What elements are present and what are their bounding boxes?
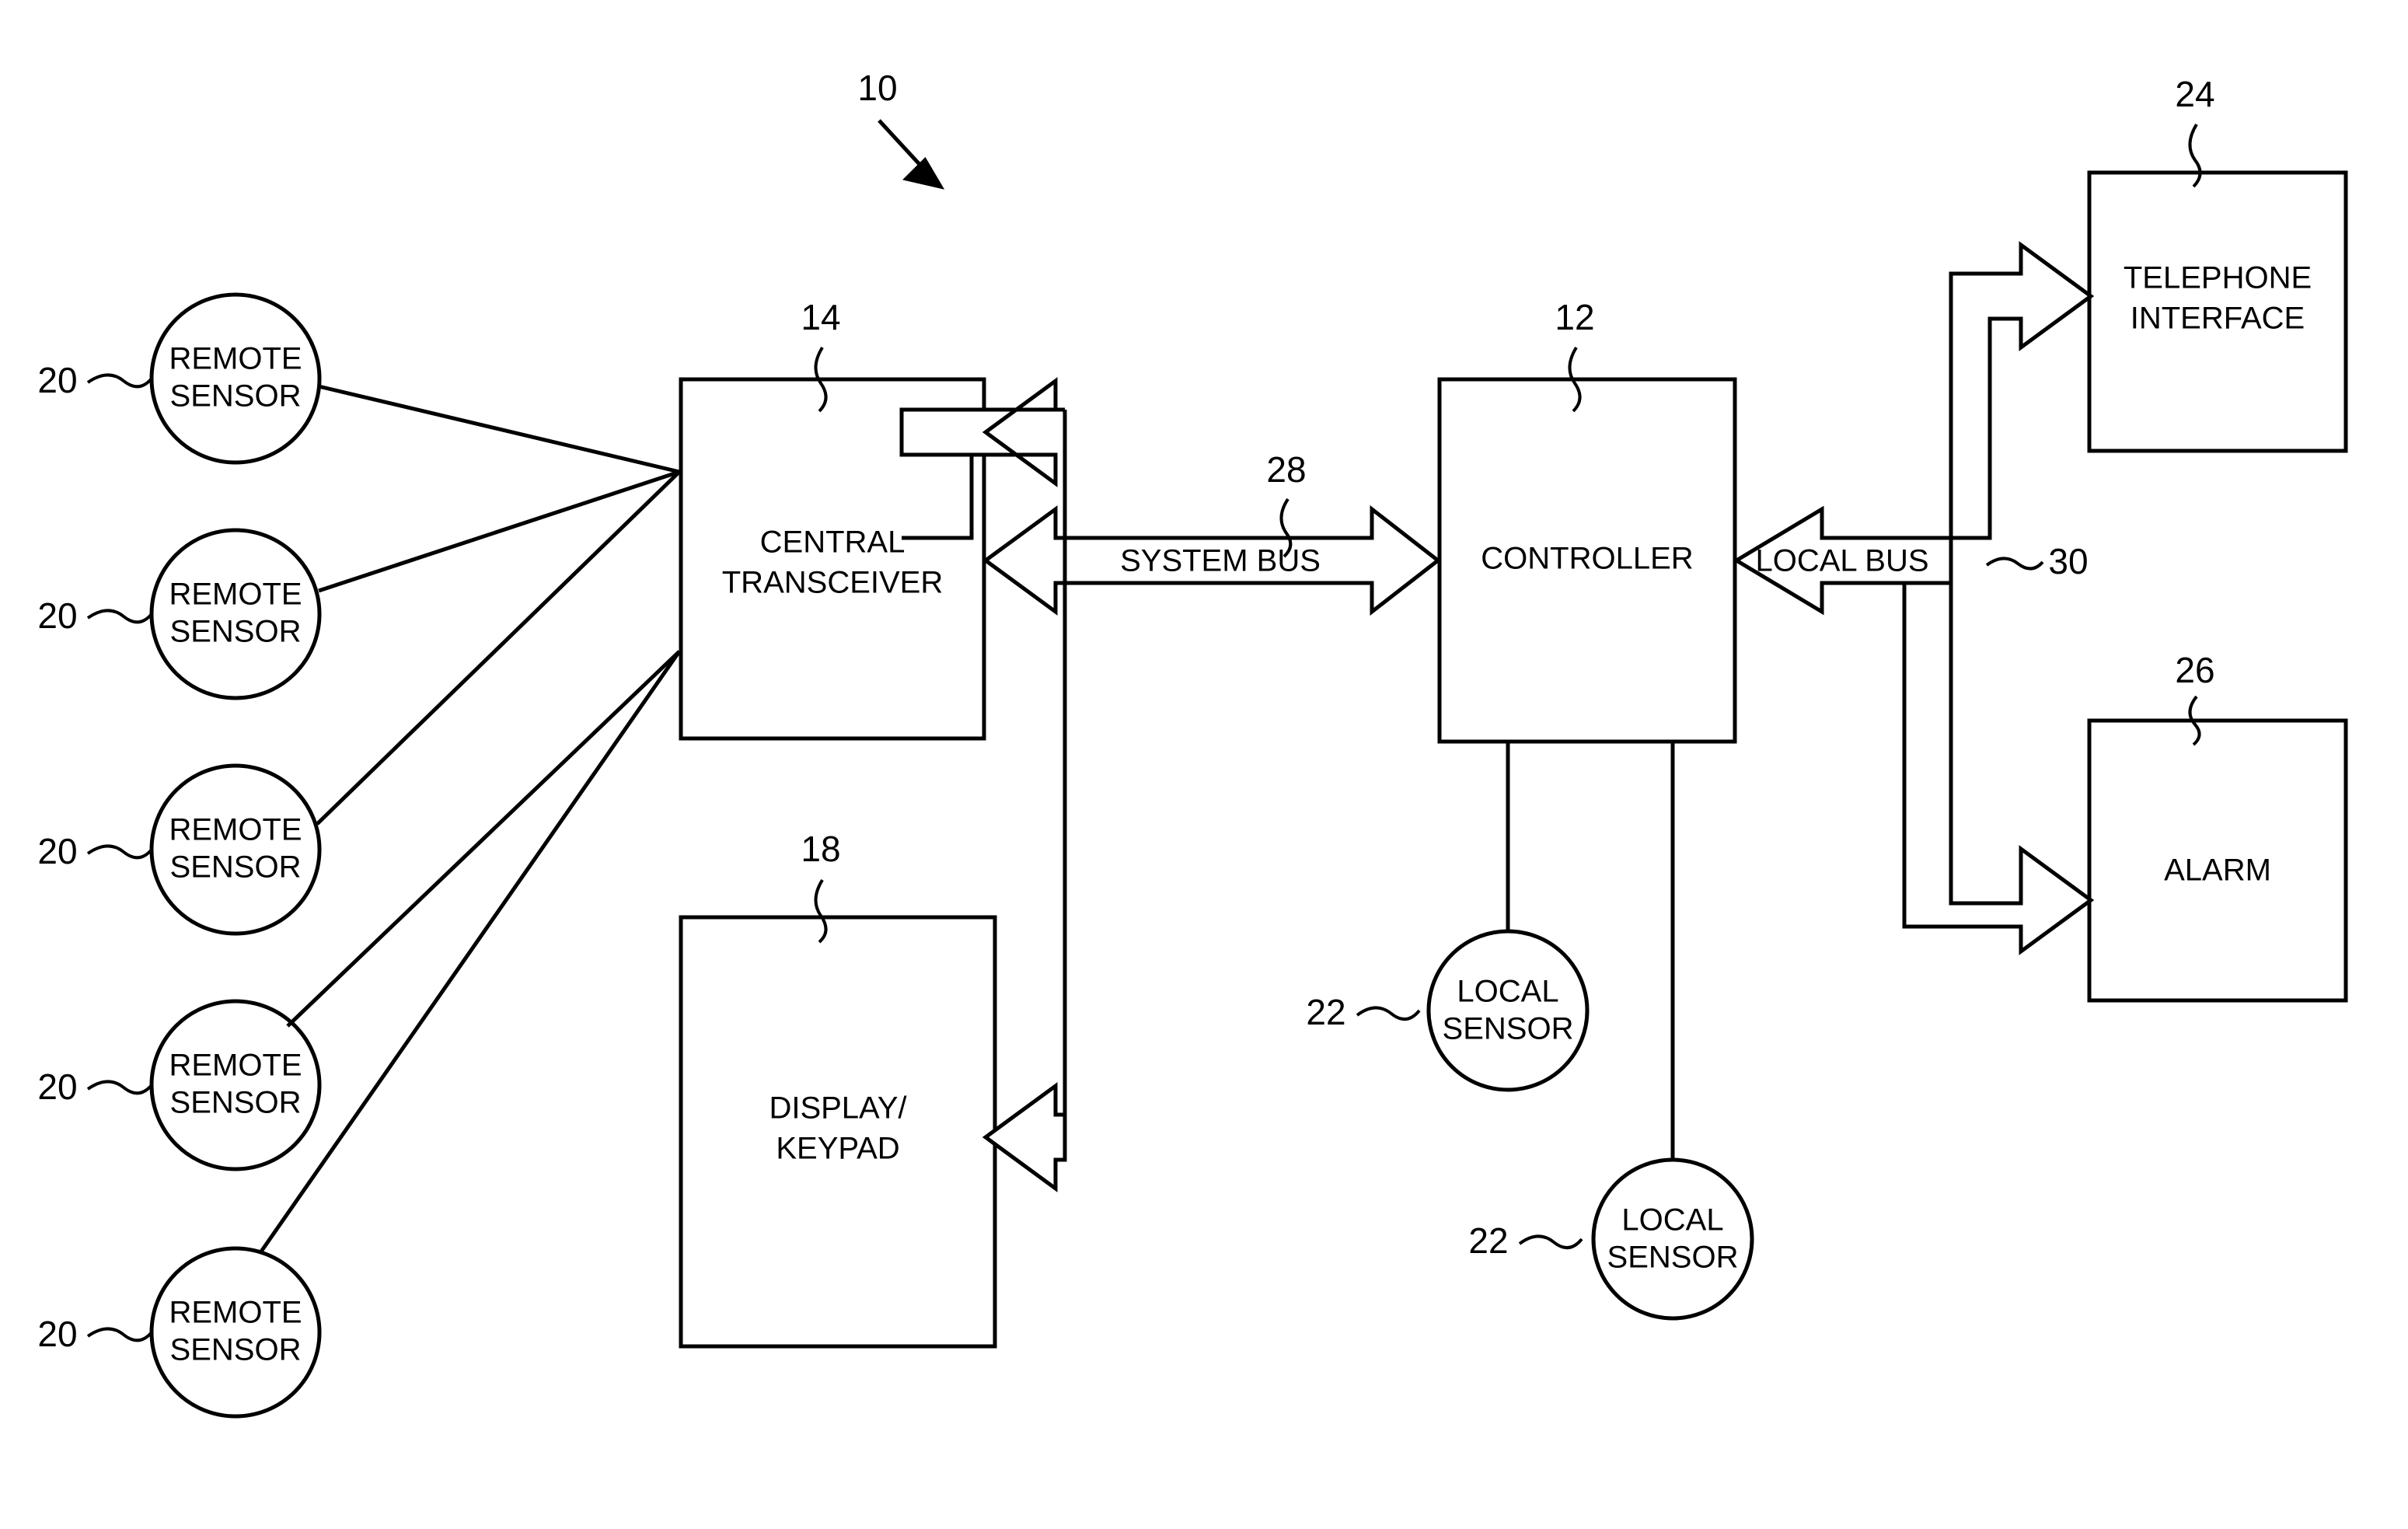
remote-sensor-label-line2: SENSOR [170, 379, 302, 414]
ref-numeral-10: 10 [857, 68, 897, 108]
remote-sensor-label-line2: SENSOR [170, 850, 302, 885]
telephone-interface-label-line2: INTERFACE [2131, 302, 2305, 336]
local-sensor-label-line1: LOCAL [1457, 975, 1558, 1009]
remote-sensor-leader [86, 373, 153, 389]
patent-figure-canvas: 10 REMOTE SENSOR 20 REMOTE SENSOR 20 REM… [0, 0, 2408, 1529]
remote-sensor-group: REMOTE SENSOR 20 REMOTE SENSOR 20 REMOTE… [37, 292, 322, 1419]
sensor-link-1 [318, 384, 680, 474]
ref-numeral-14: 14 [801, 297, 840, 337]
local-sensor-label-line1: LOCAL [1621, 1203, 1723, 1238]
system-bus-arrow-to-display [982, 1082, 1067, 1192]
local-bus-leader [1985, 557, 2044, 571]
remote-sensor-label-line1: REMOTE [169, 578, 302, 612]
remote-sensor-5[interactable]: REMOTE SENSOR 20 [37, 1246, 322, 1419]
block-diagram: 10 REMOTE SENSOR 20 REMOTE SENSOR 20 REM… [37, 68, 2348, 1419]
ref-numeral-20: 20 [37, 595, 77, 636]
local-sensor-leader [1356, 1006, 1421, 1021]
controller-label: CONTROLLER [1481, 542, 1693, 576]
remote-sensor-label-line1: REMOTE [169, 1049, 302, 1083]
sensor-link-2 [318, 470, 680, 593]
remote-sensor-4[interactable]: REMOTE SENSOR 20 [37, 999, 322, 1171]
central-transceiver-label-line1: CENTRAL [760, 525, 906, 560]
controller-node[interactable]: CONTROLLER 12 [1437, 297, 1737, 744]
local-bus-arrow-to-alarm [1902, 581, 2095, 955]
local-sensor-circle[interactable] [1426, 929, 1590, 1092]
ref-numeral-20: 20 [37, 831, 77, 871]
ref-numeral-24: 24 [2175, 74, 2214, 114]
remote-sensor-label-line1: REMOTE [169, 342, 302, 376]
ref-numeral-12: 12 [1555, 297, 1594, 337]
local-bus-arrow-to-telephone [1949, 241, 2095, 540]
ref-numeral-20: 20 [37, 1314, 77, 1354]
local-sensor-group: LOCAL SENSOR 22 LOCAL SENSOR 22 [1306, 742, 1754, 1321]
display-keypad-node[interactable]: DISPLAY/ KEYPAD 18 [679, 829, 997, 1349]
system-pointer-arrowhead [902, 156, 945, 190]
remote-sensor-leader [86, 1080, 153, 1095]
remote-sensor-label-line1: REMOTE [169, 1296, 302, 1330]
ref-numeral-20: 20 [37, 360, 77, 400]
central-transceiver-label-line2: TRANSCEIVER [722, 566, 944, 600]
remote-sensor-links [259, 384, 682, 1253]
local-sensor-leader [1518, 1234, 1583, 1249]
remote-sensor-1[interactable]: REMOTE SENSOR 20 [37, 292, 322, 465]
alarm-label: ALARM [2164, 854, 2271, 888]
remote-sensor-label-line2: SENSOR [170, 1086, 302, 1120]
ref-numeral-26: 26 [2175, 650, 2214, 690]
local-sensor-label-line2: SENSOR [1607, 1241, 1739, 1275]
telephone-interface-label-line1: TELEPHONE [2124, 261, 2312, 295]
local-sensor-circle[interactable] [1591, 1157, 1754, 1321]
ref-numeral-22: 22 [1306, 992, 1345, 1032]
telephone-interface-node[interactable]: TELEPHONE INTERFACE 24 [2087, 74, 2348, 453]
display-keypad-label-line2: KEYPAD [776, 1132, 899, 1166]
alarm-node[interactable]: ALARM 26 [2087, 650, 2348, 1003]
remote-sensor-2[interactable]: REMOTE SENSOR 20 [37, 528, 322, 700]
ref-numeral-30: 30 [2048, 541, 2088, 581]
sensor-link-3 [316, 470, 681, 826]
remote-sensor-label-line2: SENSOR [170, 1333, 302, 1367]
ref-numeral-20: 20 [37, 1066, 77, 1107]
remote-sensor-3[interactable]: REMOTE SENSOR 20 [37, 763, 322, 936]
system-reference-group: 10 [857, 68, 945, 190]
sensor-link-4 [286, 650, 681, 1028]
remote-sensor-label-line1: REMOTE [169, 813, 302, 847]
sensor-link-5 [259, 650, 682, 1253]
remote-sensor-leader [86, 1327, 153, 1342]
local-sensor-1[interactable]: LOCAL SENSOR 22 [1306, 929, 1590, 1092]
ref-numeral-22: 22 [1468, 1220, 1508, 1261]
remote-sensor-leader [86, 844, 153, 860]
local-bus: LOCAL BUS 30 [1733, 241, 2095, 955]
ref-numeral-28: 28 [1266, 449, 1306, 490]
remote-sensor-leader [86, 609, 153, 624]
ref-numeral-18: 18 [801, 829, 840, 869]
local-sensor-2[interactable]: LOCAL SENSOR 22 [1468, 1157, 1754, 1321]
central-transceiver-node[interactable]: CENTRAL TRANSCEIVER 14 [679, 297, 986, 741]
remote-sensor-label-line2: SENSOR [170, 615, 302, 649]
system-bus-arrow-to-transceiver-lower [982, 505, 1067, 616]
display-keypad-label-line1: DISPLAY/ [769, 1091, 907, 1126]
local-bus-label: LOCAL BUS [1755, 544, 1928, 578]
local-sensor-label-line2: SENSOR [1443, 1012, 1574, 1046]
